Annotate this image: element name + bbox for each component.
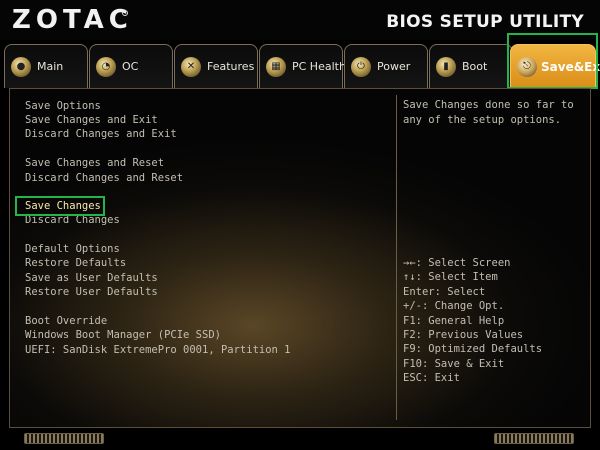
panel-divider: [396, 95, 397, 420]
key-hint-previous-values: F2: Previous Values: [403, 329, 524, 341]
tab-pc-health[interactable]: ▦ PC Health: [259, 44, 346, 88]
pc-health-icon: ▦: [266, 56, 286, 77]
tab-label: Boot: [462, 60, 488, 73]
utility-title: BIOS SETUP UTILITY: [386, 12, 584, 32]
menu-item-save-changes-and-reset[interactable]: Save Changes and Reset: [25, 157, 164, 169]
section-header-save-options: Save Options: [25, 100, 101, 112]
main-icon: ●: [11, 56, 31, 77]
menu-item-save-as-user-defaults[interactable]: Save as User Defaults: [25, 272, 158, 284]
tab-label: Features: [207, 60, 255, 73]
menu-item-discard-changes-and-reset[interactable]: Discard Changes and Reset: [25, 172, 183, 184]
key-hint-enter: Enter: Select: [403, 286, 486, 298]
menu-item-discard-changes-and-exit[interactable]: Discard Changes and Exit: [25, 128, 177, 140]
zotac-logo: ZOTAC: [12, 5, 133, 35]
section-header-default-options: Default Options: [25, 243, 120, 255]
tab-bar: ● Main ◔ OC ✕ Features ▦ PC Health ⏻ Pow…: [0, 40, 600, 88]
boot-icon: ▮: [436, 56, 456, 77]
oc-icon: ◔: [96, 56, 116, 77]
tab-main[interactable]: ● Main: [4, 44, 88, 88]
menu-item-windows-boot-manager[interactable]: Windows Boot Manager (PCIe SSD): [25, 329, 221, 341]
key-hint-exit: ESC: Exit: [403, 372, 460, 384]
header-bar: ZOTAC BIOS SETUP UTILITY: [0, 0, 600, 40]
menu-item-discard-changes[interactable]: Discard Changes: [25, 214, 120, 226]
key-hint-general-help: F1: General Help: [403, 315, 505, 327]
menu-item-restore-user-defaults[interactable]: Restore User Defaults: [25, 286, 158, 298]
tab-label: Main: [37, 60, 64, 73]
registered-mark-icon: [122, 10, 128, 16]
tab-save-exit[interactable]: ⎋ Save&Exit: [510, 44, 600, 88]
tab-boot[interactable]: ▮ Boot: [429, 44, 513, 88]
tab-label: Power: [377, 60, 411, 73]
key-hint-change-opt: +/-: Change Opt.: [403, 300, 505, 312]
section-header-boot-override: Boot Override: [25, 315, 108, 327]
key-hint-save-exit: F10: Save & Exit: [403, 358, 505, 370]
menu-item-uefi-sandisk[interactable]: UEFI: SanDisk ExtremePro 0001, Partition…: [25, 344, 291, 356]
tab-label: Save&Exit: [541, 59, 600, 74]
tab-power[interactable]: ⏻ Power: [344, 44, 428, 88]
menu-item-save-changes[interactable]: Save Changes: [25, 200, 101, 212]
left-grille-decoration: [24, 433, 104, 444]
tab-oc[interactable]: ◔ OC: [89, 44, 173, 88]
features-icon: ✕: [181, 56, 201, 77]
tab-label: PC Health: [292, 60, 346, 73]
save-exit-icon: ⎋: [517, 56, 537, 77]
right-grille-decoration: [494, 433, 574, 444]
help-text: Save Changes done so far to any of the s…: [403, 99, 574, 126]
menu-item-save-changes-and-exit[interactable]: Save Changes and Exit: [25, 114, 158, 126]
key-hint-select-screen: →←: Select Screen: [403, 257, 511, 269]
key-hint-optimized-defaults: F9: Optimized Defaults: [403, 343, 543, 355]
power-icon: ⏻: [351, 56, 371, 77]
tab-label: OC: [122, 60, 139, 73]
tab-features[interactable]: ✕ Features: [174, 44, 258, 88]
key-hint-select-item: ↑↓: Select Item: [403, 271, 498, 283]
menu-item-restore-defaults[interactable]: Restore Defaults: [25, 257, 126, 269]
